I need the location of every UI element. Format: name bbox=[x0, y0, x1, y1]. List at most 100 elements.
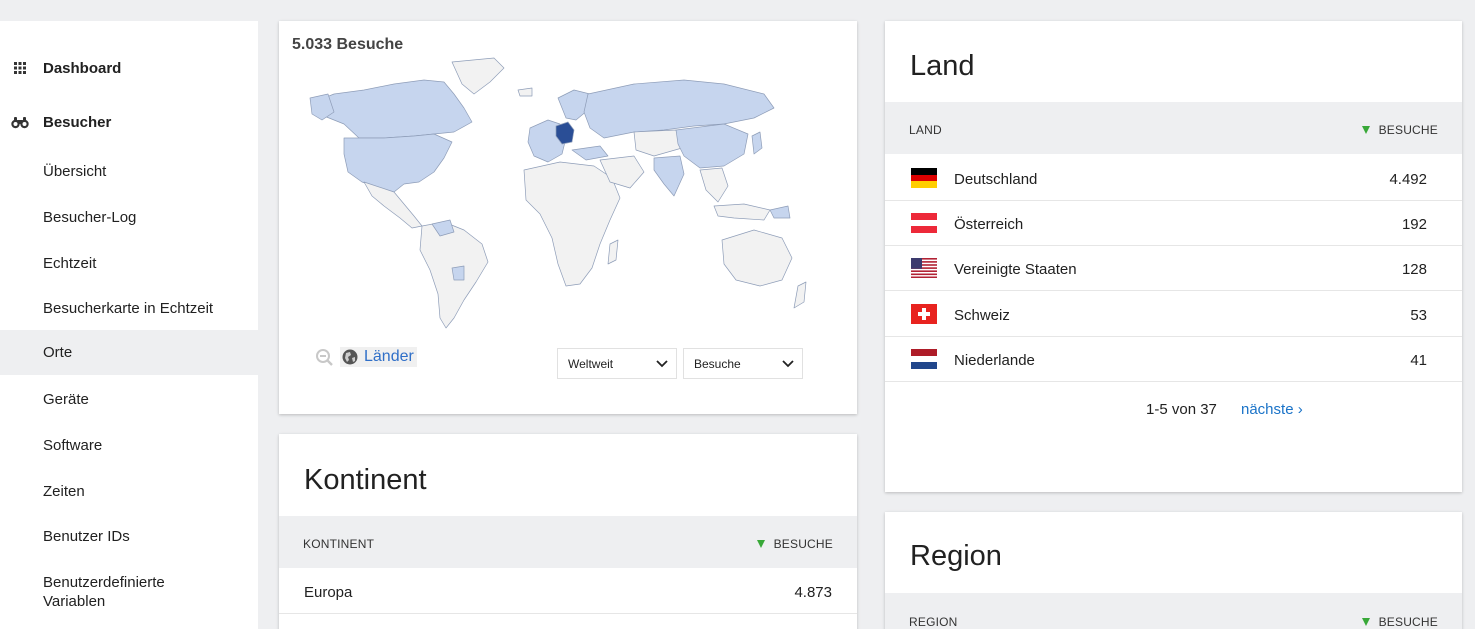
map-usa bbox=[343, 133, 453, 193]
continent-table-header: KONTINENT BESUCHE bbox=[279, 516, 857, 568]
country-col-metric[interactable]: BESUCHE bbox=[1361, 123, 1438, 137]
grid-icon bbox=[14, 62, 26, 74]
map-se-asia bbox=[699, 167, 729, 203]
nav-item-label: Besucher-Log bbox=[43, 209, 137, 226]
nav-item-realtime-map[interactable]: Besucherkarte in Echtzeit bbox=[0, 286, 258, 331]
nav-item-label: Besucherkarte in Echtzeit bbox=[43, 300, 214, 317]
nav-item-custom-variables[interactable]: Benutzerdefinierte Variablen bbox=[0, 569, 200, 614]
sort-desc-icon bbox=[756, 540, 765, 548]
country-title: Land bbox=[910, 50, 975, 82]
nav-visitors[interactable]: Besucher bbox=[0, 102, 258, 142]
map-madagascar bbox=[607, 239, 619, 265]
row-name: Österreich bbox=[954, 216, 1024, 233]
region-select-value: Weltweit bbox=[568, 356, 614, 371]
metric-select-value: Besuche bbox=[694, 356, 741, 371]
region-col-metric-label: BESUCHE bbox=[1378, 615, 1438, 629]
nav-item-label: Benutzer IDs bbox=[43, 528, 130, 545]
nav-item-locations[interactable]: Orte bbox=[0, 330, 258, 375]
nav-item-overview[interactable]: Übersicht bbox=[0, 149, 258, 194]
row-name: Europa bbox=[304, 584, 353, 601]
table-row[interactable]: Niederlande 41 bbox=[885, 337, 1462, 382]
map-japan bbox=[751, 131, 763, 155]
nav-item-devices[interactable]: Geräte bbox=[0, 377, 258, 422]
globe-icon bbox=[342, 349, 358, 365]
flag-at-icon bbox=[911, 213, 937, 233]
table-row[interactable]: Schweiz 53 bbox=[885, 292, 1462, 337]
table-row[interactable]: Deutschland 4.492 bbox=[885, 156, 1462, 201]
map-greenland bbox=[451, 57, 505, 95]
map-central-asia bbox=[633, 129, 683, 157]
nav-item-label: Geräte bbox=[43, 391, 89, 408]
countries-toggle[interactable]: Länder bbox=[340, 347, 417, 367]
row-value: 53 bbox=[1410, 307, 1427, 324]
nav-item-user-ids[interactable]: Benutzer IDs bbox=[0, 514, 258, 559]
map-indonesia bbox=[713, 203, 771, 221]
nav-item-label: Orte bbox=[43, 344, 73, 361]
map-india bbox=[653, 155, 685, 197]
pagination-count: 1-5 von 37 bbox=[1146, 401, 1217, 418]
nav-item-label: Echtzeit bbox=[43, 255, 97, 272]
map-card: 5.033 Besuche Länder Weltweit Besuche bbox=[279, 21, 857, 414]
world-map[interactable] bbox=[304, 54, 824, 334]
nav-visitors-label: Besucher bbox=[43, 113, 112, 131]
nav-item-label: Software bbox=[43, 437, 103, 454]
flag-de-icon bbox=[911, 168, 937, 188]
chevron-down-icon bbox=[782, 360, 794, 368]
nav-dashboard-label: Dashboard bbox=[43, 59, 122, 77]
countries-label: Länder bbox=[364, 348, 414, 365]
nav-item-label: Übersicht bbox=[43, 163, 107, 180]
sort-desc-icon bbox=[1361, 126, 1370, 134]
continent-col-label[interactable]: KONTINENT bbox=[303, 537, 374, 551]
row-name: Deutschland bbox=[954, 171, 1038, 188]
region-title: Region bbox=[910, 540, 1002, 572]
row-name: Vereinigte Staaten bbox=[954, 261, 1077, 278]
sidebar: Dashboard Besucher Übersicht Besucher-Lo… bbox=[0, 21, 258, 629]
zoom-out-icon[interactable] bbox=[315, 348, 333, 366]
map-turkey bbox=[571, 145, 609, 161]
country-col-metric-label: BESUCHE bbox=[1378, 123, 1438, 137]
nav-item-times[interactable]: Zeiten bbox=[0, 469, 258, 514]
nav-dashboard[interactable]: Dashboard bbox=[0, 48, 258, 88]
flag-nl-icon bbox=[911, 349, 937, 369]
row-value: 4.492 bbox=[1389, 171, 1427, 188]
region-col-label[interactable]: REGION bbox=[909, 615, 958, 629]
map-china bbox=[675, 123, 749, 169]
nav-item-visitor-log[interactable]: Besucher-Log bbox=[0, 195, 258, 240]
row-value: 4.873 bbox=[794, 584, 832, 601]
next-page-link[interactable]: nächste › bbox=[1241, 401, 1303, 418]
nav-item-label: Zeiten bbox=[43, 483, 85, 500]
flag-us-icon bbox=[911, 258, 937, 278]
table-row[interactable]: Vereinigte Staaten 128 bbox=[885, 246, 1462, 291]
row-name: Schweiz bbox=[954, 307, 1010, 324]
continent-card: Kontinent KONTINENT BESUCHE Europa 4.873 bbox=[279, 434, 857, 629]
map-controls: Länder bbox=[315, 347, 417, 367]
region-card: Region REGION BESUCHE bbox=[885, 512, 1462, 629]
map-iceland bbox=[517, 87, 533, 97]
nav-item-software[interactable]: Software bbox=[0, 423, 258, 468]
metric-select[interactable]: Besuche bbox=[683, 348, 803, 379]
map-australia bbox=[721, 229, 793, 287]
row-value: 128 bbox=[1401, 261, 1427, 278]
map-title: 5.033 Besuche bbox=[292, 36, 404, 53]
sort-desc-icon bbox=[1361, 618, 1370, 626]
table-row[interactable]: Österreich 192 bbox=[885, 201, 1462, 246]
continent-col-metric-label: BESUCHE bbox=[773, 537, 833, 551]
binoculars-icon bbox=[11, 117, 29, 129]
region-col-metric[interactable]: BESUCHE bbox=[1361, 615, 1438, 629]
table-row[interactable]: Europa 4.873 bbox=[279, 569, 857, 614]
region-select[interactable]: Weltweit bbox=[557, 348, 677, 379]
map-paraguay bbox=[451, 265, 465, 281]
country-card: Land LAND BESUCHE Deutschland 4.492 Öste… bbox=[885, 21, 1462, 492]
flag-ch-icon bbox=[911, 304, 937, 324]
nav-item-realtime[interactable]: Echtzeit bbox=[0, 241, 258, 286]
row-value: 192 bbox=[1401, 216, 1427, 233]
map-papua bbox=[769, 205, 791, 219]
country-table-header: LAND BESUCHE bbox=[885, 102, 1462, 154]
map-africa bbox=[523, 161, 621, 287]
nav-item-label: Benutzerdefinierte Variablen bbox=[43, 573, 165, 610]
country-col-label[interactable]: LAND bbox=[909, 123, 942, 137]
continent-title: Kontinent bbox=[304, 464, 427, 496]
continent-col-metric[interactable]: BESUCHE bbox=[756, 537, 833, 551]
map-canada bbox=[313, 79, 473, 139]
row-value: 41 bbox=[1410, 352, 1427, 369]
